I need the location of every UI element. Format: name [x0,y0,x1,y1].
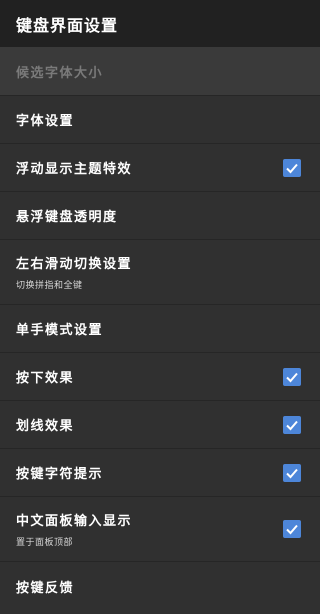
checkbox-checked-icon[interactable] [283,368,301,386]
setting-title: 按键字符提示 [16,463,103,482]
setting-key-feedback[interactable]: 按键反馈 [0,562,320,610]
app-bar: 键盘界面设置 [0,0,320,47]
setting-title: 单手模式设置 [16,319,103,338]
setting-title: 左右滑动切换设置 [16,253,132,272]
setting-summary: 切换拼指和全键 [16,278,132,291]
setting-candidate-font-size: 候选字体大小 [0,47,320,96]
setting-title: 按键反馈 [16,577,74,596]
setting-press-effect[interactable]: 按下效果 [0,353,320,401]
checkbox-checked-icon[interactable] [283,520,301,538]
setting-swipe-switch[interactable]: 左右滑动切换设置 切换拼指和全键 [0,240,320,305]
page-title: 键盘界面设置 [16,12,118,36]
setting-title: 字体设置 [16,110,74,129]
settings-list: 候选字体大小 字体设置 浮动显示主题特效 悬浮键盘透明度 左右滑动切换设置 切换… [0,47,320,610]
setting-stroke-effect[interactable]: 划线效果 [0,401,320,449]
checkbox-checked-icon[interactable] [283,159,301,177]
setting-one-hand-mode[interactable]: 单手模式设置 [0,305,320,353]
setting-title: 按下效果 [16,367,74,386]
setting-title: 中文面板输入显示 [16,510,132,529]
checkbox-checked-icon[interactable] [283,464,301,482]
setting-floating-theme-effects[interactable]: 浮动显示主题特效 [0,144,320,192]
setting-summary: 置于面板顶部 [16,535,132,548]
checkbox-checked-icon[interactable] [283,416,301,434]
setting-floating-keyboard-opacity[interactable]: 悬浮键盘透明度 [0,192,320,240]
setting-title: 悬浮键盘透明度 [16,206,118,225]
setting-font[interactable]: 字体设置 [0,96,320,144]
setting-title: 候选字体大小 [16,62,103,81]
setting-title: 划线效果 [16,415,74,434]
setting-key-char-hint[interactable]: 按键字符提示 [0,449,320,497]
setting-chinese-panel-input-display[interactable]: 中文面板输入显示 置于面板顶部 [0,497,320,562]
setting-title: 浮动显示主题特效 [16,158,132,177]
